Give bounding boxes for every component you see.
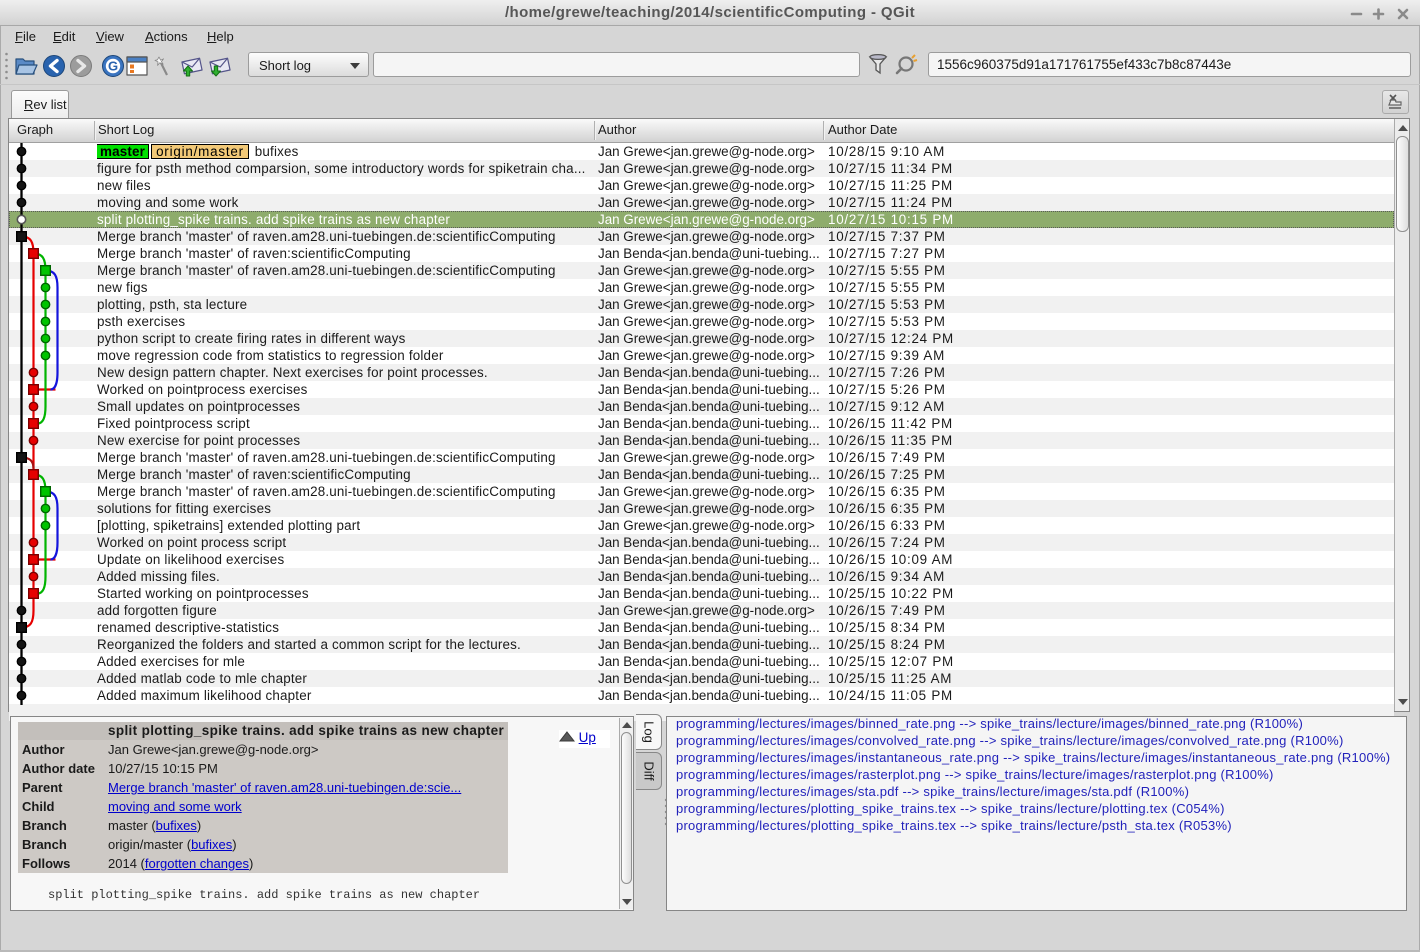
svg-text:G: G: [108, 59, 118, 74]
